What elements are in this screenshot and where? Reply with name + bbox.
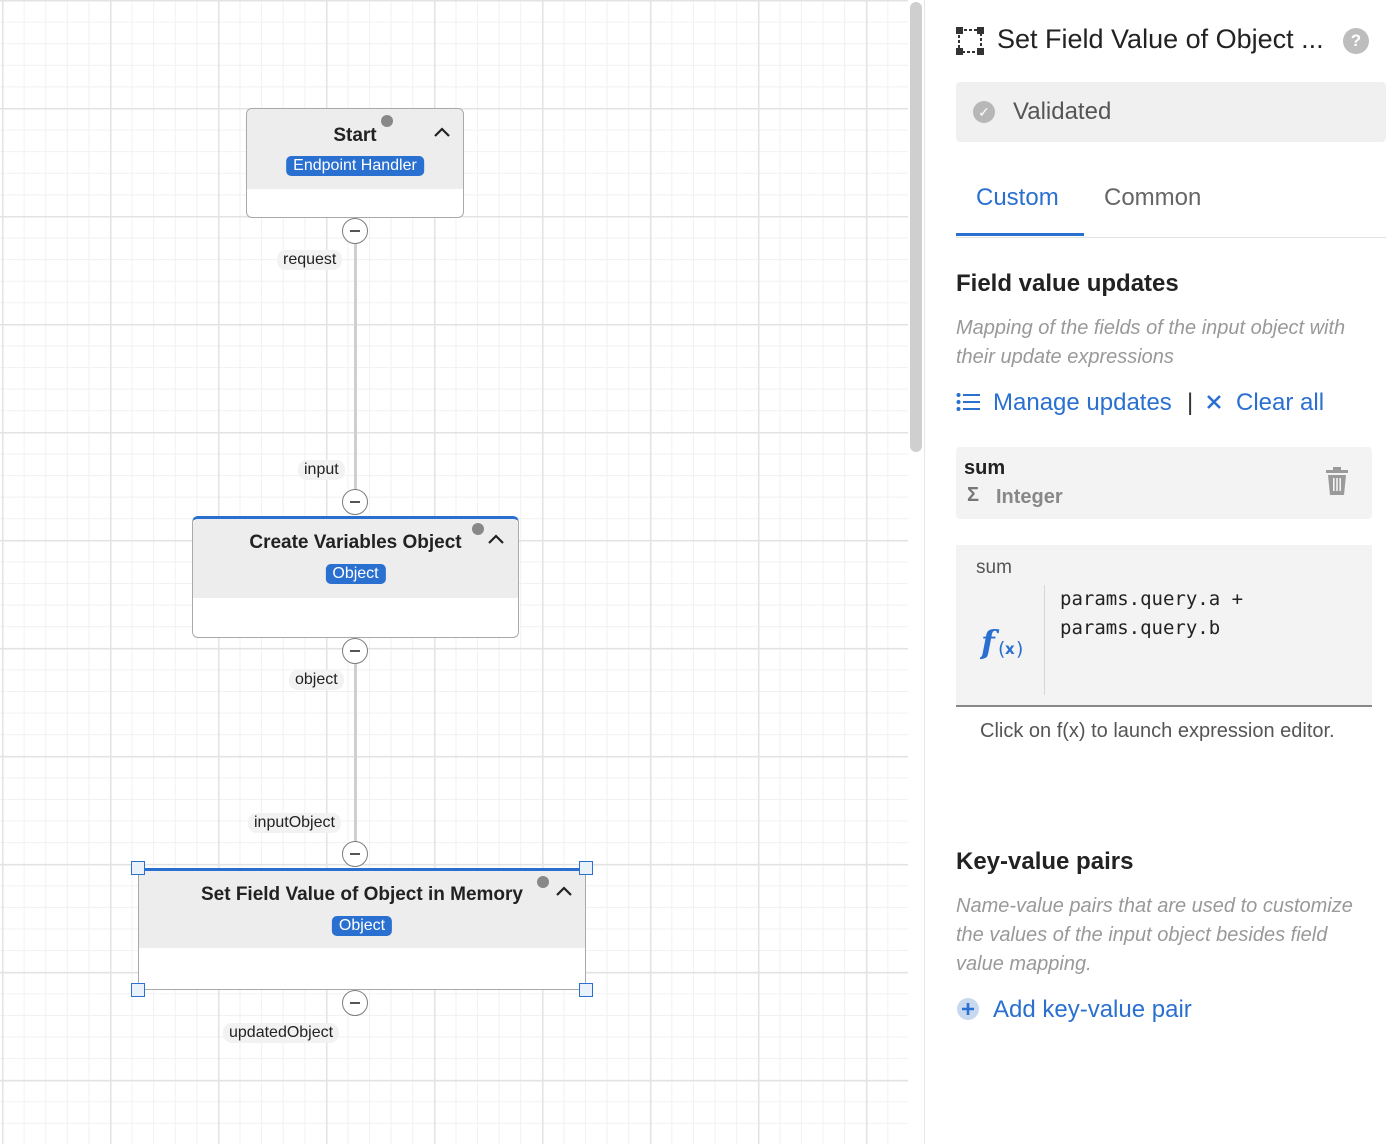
port-label-updated-object: updatedObject [223, 1023, 340, 1043]
node-title: Start [333, 125, 377, 146]
edge-start-to-create [354, 244, 357, 490]
node-start[interactable]: Start Endpoint Handler [246, 108, 464, 218]
collapse-port-icon[interactable] [342, 638, 368, 664]
svg-text:x: x [1005, 640, 1015, 658]
tab-bar: Custom Common [956, 182, 1386, 238]
chevron-up-icon[interactable] [555, 883, 573, 901]
expression-label: sum [976, 557, 1012, 578]
manage-updates-link[interactable]: Manage updates [993, 389, 1172, 417]
resize-handle[interactable] [131, 983, 145, 997]
help-icon[interactable]: ? [1343, 28, 1369, 54]
expression-hint: Click on f(x) to launch expression edito… [980, 720, 1335, 742]
port-label-object: object [289, 670, 344, 690]
expression-editor-field[interactable]: sum f ( x ) params.query.a + params.quer… [956, 545, 1372, 707]
status-dot-icon [381, 115, 393, 127]
field-update-item[interactable]: sum Σ Integer [956, 447, 1372, 519]
canvas-scrollbar-thumb[interactable] [910, 2, 922, 452]
section-description-field-updates: Mapping of the fields of the input objec… [956, 317, 1346, 368]
flow-canvas[interactable]: Start Endpoint Handler Create Variables … [0, 0, 910, 1144]
section-title-field-updates: Field value updates [956, 270, 1179, 297]
chevron-up-icon[interactable] [487, 531, 505, 549]
resize-handle[interactable] [579, 861, 593, 875]
collapse-port-icon[interactable] [342, 841, 368, 867]
node-type-badge: Endpoint Handler [286, 156, 424, 176]
section-title-key-value: Key-value pairs [956, 848, 1134, 875]
port-label-input: input [298, 460, 345, 480]
port-label-request: request [277, 250, 343, 270]
add-key-value-link[interactable]: Add key-value pair [993, 996, 1192, 1024]
svg-text:f: f [980, 623, 1000, 661]
node-set-field-value[interactable]: Set Field Value of Object in Memory Obje… [138, 868, 586, 990]
node-title: Set Field Value of Object in Memory [200, 884, 524, 905]
edge-create-to-set [354, 664, 357, 842]
check-icon: ✓ [973, 101, 995, 123]
close-icon[interactable] [1206, 394, 1222, 410]
node-create-variables-object[interactable]: Create Variables Object Object [192, 516, 519, 638]
resize-handle[interactable] [131, 861, 145, 875]
active-tab-indicator [956, 233, 1084, 236]
link-separator: | [1187, 389, 1194, 416]
status-dot-icon [537, 876, 549, 888]
properties-panel: Set Field Value of Object ... ? ✓ Valida… [925, 0, 1400, 1144]
panel-title: Set Field Value of Object ... [997, 24, 1324, 54]
node-type-badge: Object [331, 916, 393, 936]
collapse-port-icon[interactable] [342, 489, 368, 515]
status-text: Validated [1013, 98, 1112, 125]
expression-divider [1044, 585, 1045, 695]
fx-icon[interactable]: f ( x ) [980, 623, 1026, 663]
tab-common[interactable]: Common [1104, 184, 1201, 212]
collapse-port-icon[interactable] [342, 218, 368, 244]
collapse-port-icon[interactable] [342, 990, 368, 1016]
field-type: Integer [996, 486, 1063, 508]
status-dot-icon [472, 523, 484, 535]
node-type-badge: Object [325, 564, 386, 584]
field-name: sum [964, 457, 1006, 479]
validation-status: ✓ Validated [956, 82, 1386, 142]
list-icon[interactable] [956, 392, 980, 412]
chevron-up-icon[interactable] [433, 124, 451, 142]
expression-code[interactable]: params.query.a + params.query.b [1060, 585, 1243, 643]
port-label-input-object: inputObject [248, 813, 341, 833]
svg-text:): ) [1016, 638, 1023, 660]
node-transform-icon [956, 27, 984, 55]
node-title: Create Variables Object [249, 532, 462, 553]
sigma-icon: Σ [967, 484, 980, 506]
resize-handle[interactable] [579, 983, 593, 997]
trash-icon[interactable] [1324, 467, 1350, 497]
section-description-key-value: Name-value pairs that are used to custom… [956, 895, 1353, 975]
plus-circle-icon[interactable] [956, 997, 980, 1021]
clear-all-link[interactable]: Clear all [1236, 389, 1324, 417]
tab-custom[interactable]: Custom [976, 184, 1059, 212]
